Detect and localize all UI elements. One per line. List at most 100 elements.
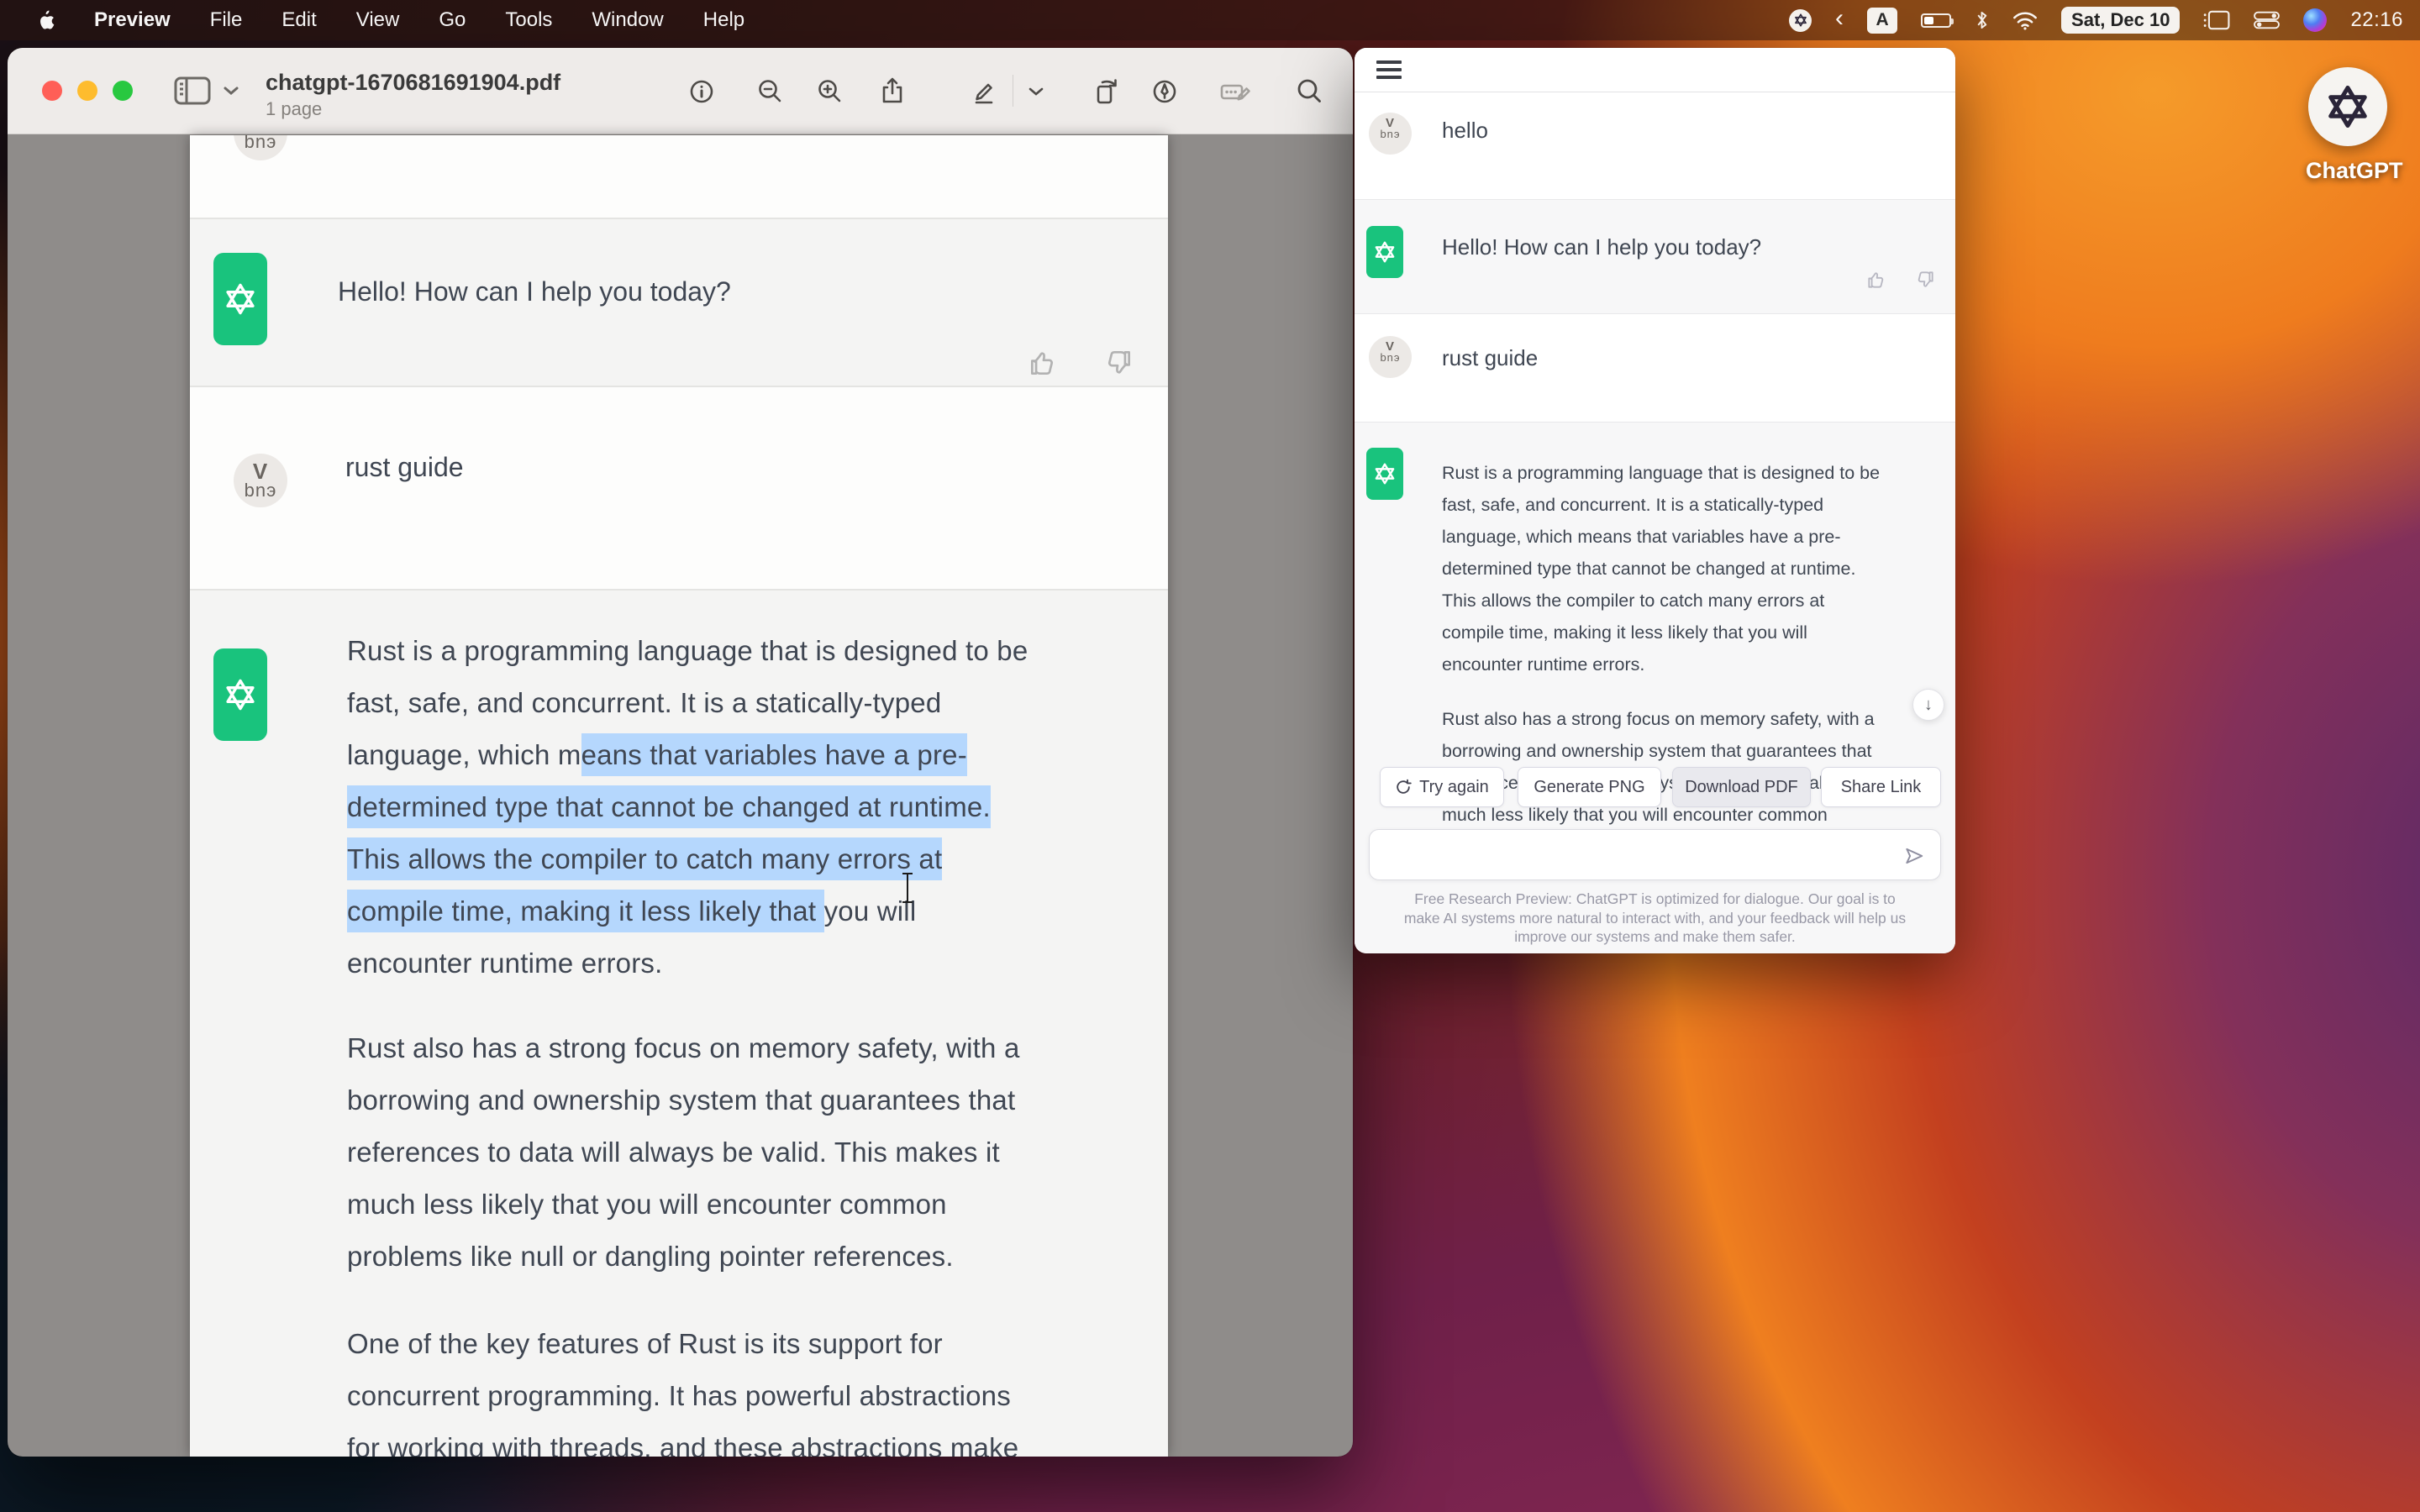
sketch-pen-icon[interactable]: [1148, 75, 1181, 108]
menu-item-go[interactable]: Go: [439, 8, 466, 32]
form-fill-icon[interactable]: [1218, 75, 1252, 108]
text-line: fast, safe, and concurrent. It is a stat…: [1442, 489, 1880, 521]
sidebar-toggle-button[interactable]: [174, 76, 239, 106]
download-pdf-button[interactable]: Download PDF: [1672, 767, 1811, 807]
footer-line: Free Research Preview: ChatGPT is optimi…: [1355, 890, 1955, 909]
arrow-down-icon: ↓: [1924, 696, 1933, 715]
thumbs-down-icon[interactable]: [1102, 347, 1134, 379]
siri-icon[interactable]: [2303, 8, 2327, 32]
assistant-greeting: Hello! How can I help you today?: [1442, 234, 1761, 260]
pdf-paragraph-3: One of the key features of Rust is its s…: [347, 1318, 1018, 1457]
menu-bar-right: ‹ A Sat, Dec 10 22:16: [1789, 7, 2420, 34]
refresh-icon: [1395, 779, 1412, 795]
window-title: chatgpt-1670681691904.pdf: [266, 70, 560, 96]
menu-hamburger-icon[interactable]: [1376, 60, 1402, 83]
text-line: problems like null or dangling pointer r…: [347, 1231, 1020, 1283]
thumbs-up-icon[interactable]: [1865, 269, 1887, 291]
menu-item-help[interactable]: Help: [703, 8, 744, 32]
menu-item-edit[interactable]: Edit: [281, 8, 316, 32]
text-line: language, which means that variables hav…: [1442, 521, 1880, 553]
desktop-icon-chatgpt[interactable]: ChatGPT: [2306, 67, 2390, 184]
apple-menu-icon[interactable]: [37, 10, 55, 31]
text-line: borrowing and ownership system that guar…: [1442, 735, 1875, 767]
zoom-button[interactable]: [113, 81, 133, 101]
zoom-in-icon[interactable]: [813, 75, 846, 108]
input-source-icon[interactable]: A: [1867, 8, 1897, 34]
zoom-out-icon[interactable]: [753, 75, 786, 108]
user-avatar: V bnэ: [234, 135, 287, 160]
back-chevron-icon[interactable]: ‹: [1835, 6, 1844, 31]
menu-item-view[interactable]: View: [356, 8, 400, 32]
chat-row-user: V bnэ hello: [1355, 92, 1955, 199]
try-again-button[interactable]: Try again: [1380, 767, 1504, 807]
chevron-down-icon[interactable]: [1023, 75, 1049, 108]
markup-pencil-icon[interactable]: [966, 75, 1000, 108]
user-avatar: V bnэ: [1369, 113, 1412, 155]
assistant-greeting: Hello! How can I help you today?: [338, 276, 731, 307]
desktop-icon-label: ChatGPT: [2306, 158, 2390, 184]
text-line: Rust also has a strong focus on memory s…: [1442, 703, 1875, 735]
chatgpt-logo-icon: [2308, 67, 2387, 146]
menu-item-preview[interactable]: Preview: [94, 8, 171, 32]
menu-bar-left: Preview File Edit View Go Tools Window Help: [0, 8, 744, 32]
screen-mirror-icon[interactable]: [2203, 10, 2230, 30]
selected-text: determined type that cannot be changed a…: [347, 785, 991, 828]
text-line: Rust is a programming language that is d…: [347, 625, 1028, 677]
thumbs-up-icon[interactable]: [1027, 347, 1059, 379]
divider: [190, 218, 1168, 219]
text-line: encounter runtime errors.: [347, 937, 1028, 990]
share-link-button[interactable]: Share Link: [1821, 767, 1941, 807]
scroll-to-bottom-button[interactable]: ↓: [1912, 689, 1944, 721]
info-icon[interactable]: [685, 75, 718, 108]
menu-bar: Preview File Edit View Go Tools Window Help ‹ …: [0, 0, 2420, 40]
page-count: 1 page: [266, 98, 560, 120]
chat-row-assistant: Hello! How can I help you today?: [1355, 199, 1955, 314]
sidebar-icon: [174, 76, 211, 106]
control-center-icon[interactable]: [2254, 11, 2280, 29]
date-widget[interactable]: Sat, Dec 10: [2061, 7, 2180, 34]
selected-text: This allows the compiler to catch many e…: [347, 837, 942, 880]
chat-row-user: V bnэ rust guide: [1355, 314, 1955, 422]
user-message: rust guide: [1442, 345, 1538, 371]
pdf-paragraph-2: Rust also has a strong focus on memory s…: [347, 1022, 1020, 1283]
menu-item-file[interactable]: File: [210, 8, 243, 32]
text-line: borrowing and ownership system that guar…: [347, 1074, 1020, 1126]
send-icon[interactable]: [1903, 845, 1925, 867]
text-line: One of the key features of Rust is its s…: [347, 1318, 1018, 1370]
menu-item-tools[interactable]: Tools: [505, 8, 552, 32]
selected-text: eans that variables have a pre-: [581, 733, 967, 776]
wifi-icon[interactable]: [2012, 11, 2038, 30]
bluetooth-icon[interactable]: [1975, 9, 1989, 31]
button-label: Generate PNG: [1534, 778, 1644, 797]
pdf-page[interactable]: V bnэ Hello! How can I help you today? V…: [190, 135, 1168, 1457]
generate-png-button[interactable]: Generate PNG: [1518, 767, 1661, 807]
thumbs-down-icon[interactable]: [1914, 269, 1936, 291]
avatar-glyph: bnэ: [234, 135, 287, 153]
preview-titlebar[interactable]: chatgpt-1670681691904.pdf 1 page: [8, 48, 1353, 134]
pdf-paragraph-1: Rust is a programming language that is d…: [347, 625, 1028, 990]
menu-item-window[interactable]: Window: [592, 8, 663, 32]
text-line: much less likely that you will encounter…: [347, 1179, 1020, 1231]
text-line: for working with threads, and these abst…: [347, 1422, 1018, 1457]
text-line: compile time, making it less likely that…: [1442, 617, 1880, 648]
rotate-icon[interactable]: [1089, 75, 1123, 108]
search-icon[interactable]: [1292, 75, 1326, 108]
chat-input[interactable]: [1369, 829, 1941, 880]
minimize-button[interactable]: [77, 81, 97, 101]
battery-icon[interactable]: [1921, 13, 1951, 28]
button-label: Try again: [1419, 778, 1489, 797]
user-avatar: V bnэ: [1369, 336, 1412, 378]
clock[interactable]: 22:16: [2350, 8, 2403, 32]
chatgpt-status-icon[interactable]: [1789, 9, 1812, 32]
share-icon[interactable]: [876, 75, 909, 108]
avatar-glyph: bnэ: [1369, 351, 1412, 364]
text-line: Rust is a programming language that is d…: [1442, 457, 1880, 489]
chat-header: [1355, 48, 1955, 92]
footer-line: make AI systems more natural to interact…: [1355, 909, 1955, 928]
chatgpt-avatar-icon: [1366, 226, 1403, 278]
avatar-glyph: bnэ: [234, 480, 287, 501]
text-line: references to data will always be valid.…: [347, 1126, 1020, 1179]
chatgpt-avatar-icon: [1366, 448, 1403, 500]
close-button[interactable]: [42, 81, 62, 101]
text-line: compile time, making it less likely that…: [347, 885, 1028, 937]
